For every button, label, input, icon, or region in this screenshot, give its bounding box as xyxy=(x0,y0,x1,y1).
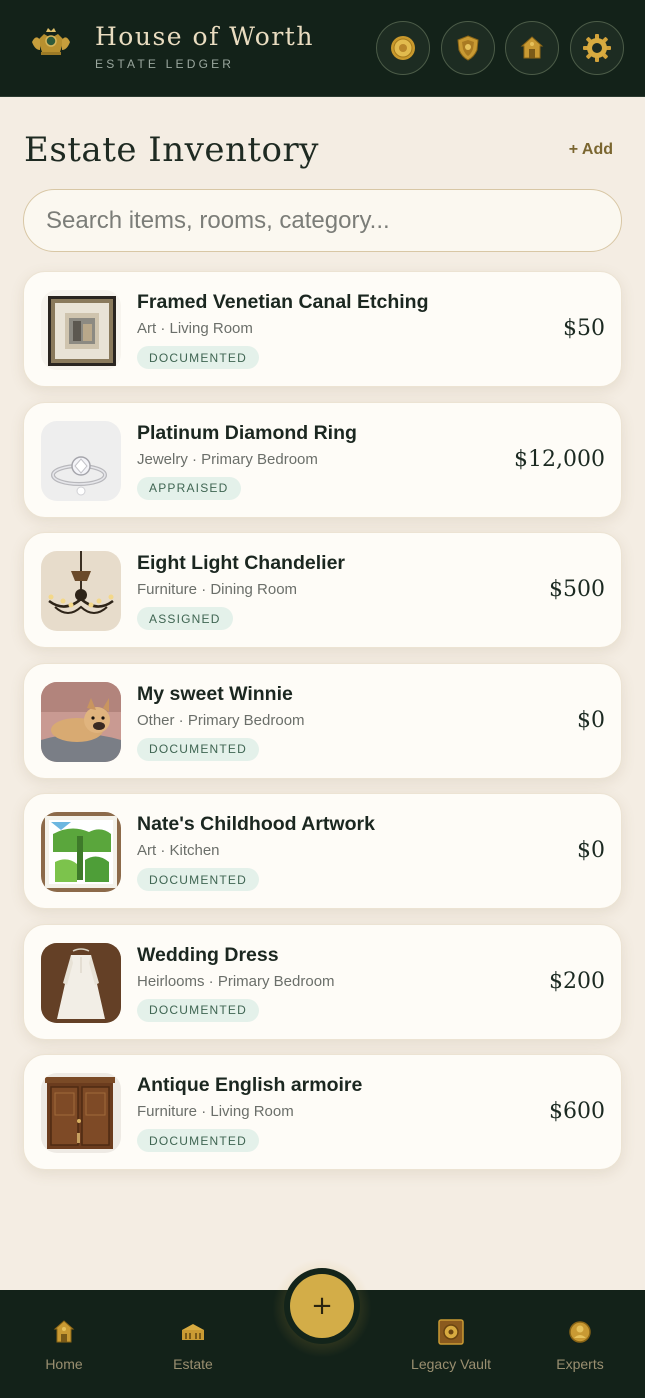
wedding-dress-thumbnail xyxy=(41,942,121,1023)
item-name: My sweet Winnie xyxy=(137,682,293,705)
nav-legacy-vault-label: Legacy Vault xyxy=(411,1356,491,1372)
plus-icon: + xyxy=(290,1274,354,1338)
nav-experts[interactable]: Experts xyxy=(525,1318,635,1372)
item-meta: Art · Kitchen xyxy=(137,842,220,859)
estate-icon xyxy=(182,1324,204,1340)
item-price: $500 xyxy=(549,577,605,602)
item-meta: Heirlooms · Primary Bedroom xyxy=(137,972,335,990)
home-icon xyxy=(53,1320,75,1343)
nav-experts-label: Experts xyxy=(556,1356,604,1372)
gear-icon xyxy=(583,34,611,62)
add-item-link[interactable]: + Add xyxy=(569,141,613,159)
armoire-thumbnail xyxy=(41,1073,121,1153)
status-badge: DOCUMENTED xyxy=(137,1129,259,1152)
nav-home-label: Home xyxy=(45,1356,83,1372)
settings-button[interactable] xyxy=(570,21,624,75)
status-badge: ASSIGNED xyxy=(137,607,233,630)
item-price: $50 xyxy=(563,316,605,341)
app-title: House of Worth xyxy=(95,22,314,51)
dog-thumbnail xyxy=(41,681,121,762)
app-subtitle: ESTATE LEDGER xyxy=(95,57,235,71)
nav-estate[interactable]: Estate xyxy=(138,1318,248,1372)
child-painting-thumbnail xyxy=(41,812,121,892)
shield-button[interactable] xyxy=(441,21,495,75)
item-price: $0 xyxy=(577,707,605,733)
crest-icon xyxy=(32,28,70,55)
framed-etching-thumbnail xyxy=(41,290,121,370)
status-badge: APPRAISED xyxy=(137,476,241,500)
nav-home[interactable]: Home xyxy=(9,1318,119,1372)
item-price: $0 xyxy=(577,838,605,863)
house-icon xyxy=(520,36,544,59)
item-name: Antique English armoire xyxy=(137,1074,363,1096)
app-header: House of Worth ESTATE LEDGER xyxy=(0,0,645,97)
vault-icon xyxy=(438,1319,464,1345)
item-price: $200 xyxy=(549,968,605,994)
status-badge: DOCUMENTED xyxy=(137,998,259,1022)
diamond-ring-thumbnail xyxy=(41,420,121,501)
item-meta: Furniture · Dining Room xyxy=(137,581,298,598)
inventory-card[interactable]: Framed Venetian Canal Etching Art · Livi… xyxy=(23,271,622,387)
experts-icon xyxy=(569,1321,591,1343)
search-input[interactable] xyxy=(23,189,622,252)
chandelier-thumbnail xyxy=(41,551,121,631)
inventory-card[interactable]: Nate's Childhood Artwork Art · Kitchen D… xyxy=(23,793,622,909)
inventory-card[interactable]: Platinum Diamond Ring Jewelry · Primary … xyxy=(23,401,622,518)
inventory-card[interactable]: Eight Light Chandelier Furniture · Dinin… xyxy=(23,532,622,648)
item-price: $600 xyxy=(549,1099,605,1124)
inventory-card[interactable]: Wedding Dress Heirlooms · Primary Bedroo… xyxy=(23,923,622,1040)
inventory-card[interactable]: My sweet Winnie Other · Primary Bedroom … xyxy=(23,662,622,779)
coin-button[interactable] xyxy=(376,21,430,75)
house-button[interactable] xyxy=(505,21,559,75)
item-name: Eight Light Chandelier xyxy=(137,552,345,574)
item-meta: Furniture · Living Room xyxy=(137,1103,294,1120)
nav-legacy-vault[interactable]: Legacy Vault xyxy=(396,1318,506,1372)
add-fab-button[interactable]: + xyxy=(284,1268,360,1344)
page-title: Estate Inventory xyxy=(24,130,319,170)
item-name: Wedding Dress xyxy=(137,943,279,966)
coin-icon xyxy=(391,36,415,60)
inventory-list: Framed Venetian Canal Etching Art · Livi… xyxy=(23,271,622,1185)
inventory-card[interactable]: Antique English armoire Furniture · Livi… xyxy=(23,1054,622,1170)
item-price: $12,000 xyxy=(514,446,605,472)
status-badge: DOCUMENTED xyxy=(137,346,259,369)
item-name: Framed Venetian Canal Etching xyxy=(137,291,429,313)
item-meta: Art · Living Room xyxy=(137,320,253,337)
item-name: Platinum Diamond Ring xyxy=(137,421,357,444)
status-badge: DOCUMENTED xyxy=(137,868,259,891)
status-badge: DOCUMENTED xyxy=(137,737,259,761)
shield-icon xyxy=(457,35,479,61)
item-name: Nate's Childhood Artwork xyxy=(137,813,375,835)
item-meta: Other · Primary Bedroom xyxy=(137,711,305,729)
nav-estate-label: Estate xyxy=(173,1356,213,1372)
item-meta: Jewelry · Primary Bedroom xyxy=(137,450,318,468)
